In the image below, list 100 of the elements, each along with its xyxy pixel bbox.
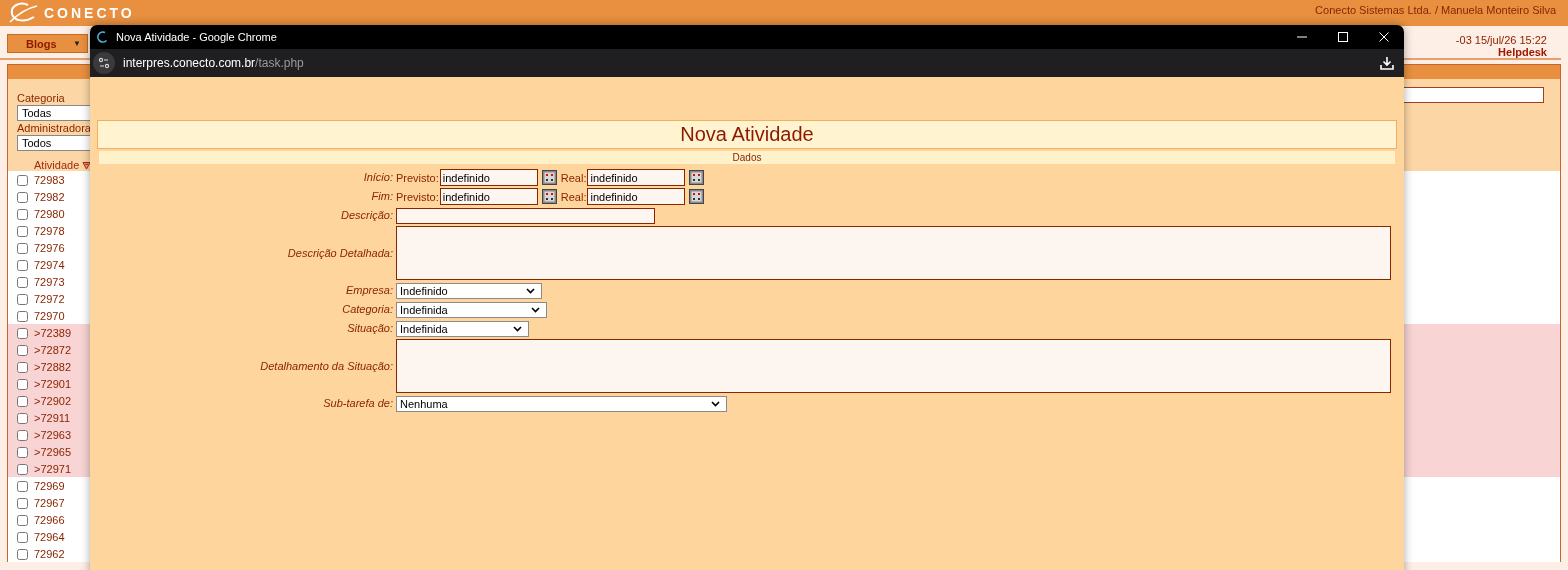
- activity-id[interactable]: 72973: [34, 275, 65, 288]
- text-area[interactable]: [396, 339, 1391, 393]
- activity-id[interactable]: 72972: [34, 292, 65, 305]
- activity-id[interactable]: 72982: [34, 190, 65, 203]
- row-checkbox[interactable]: [17, 243, 28, 254]
- activity-id[interactable]: 72970: [34, 309, 65, 322]
- select-field[interactable]: Indefinida: [396, 301, 547, 318]
- row-checkbox[interactable]: [17, 294, 28, 305]
- row-checkbox[interactable]: [17, 413, 28, 424]
- field-label: Categoria:: [341, 302, 393, 317]
- field-label: Descrição:: [340, 208, 393, 223]
- select-field[interactable]: Indefinido: [396, 282, 542, 299]
- activity-id[interactable]: >72965: [34, 445, 71, 458]
- row-checkbox[interactable]: [17, 226, 28, 237]
- date-field[interactable]: indefinido: [439, 169, 538, 186]
- calendar-icon[interactable]: [689, 189, 705, 204]
- activity-id[interactable]: >72971: [34, 462, 71, 475]
- filter-label: Administradora: [17, 121, 92, 135]
- url-text[interactable]: interpres.conecto.com.br/task.php: [123, 56, 304, 70]
- row-checkbox[interactable]: [17, 277, 28, 288]
- page-heading: Nova Atividade: [97, 120, 1397, 149]
- date-field[interactable]: indefinido: [587, 169, 686, 186]
- list-cell[interactable]: >72963: [8, 426, 90, 443]
- row-checkbox[interactable]: [17, 192, 28, 203]
- list-cell[interactable]: >72882: [8, 358, 90, 375]
- row-checkbox[interactable]: [17, 175, 28, 186]
- activity-id[interactable]: >72963: [34, 428, 71, 441]
- row-checkbox[interactable]: [17, 532, 28, 543]
- row-checkbox[interactable]: [17, 447, 28, 458]
- section-bar: Dados: [99, 151, 1395, 164]
- row-checkbox[interactable]: [17, 515, 28, 526]
- maximize-icon[interactable]: [1337, 31, 1349, 43]
- activity-id[interactable]: 72983: [34, 173, 65, 186]
- activity-id[interactable]: 72964: [34, 530, 65, 543]
- user-name: Conecto Sistemas Ltda. / Manuela Monteiro Silva: [1315, 3, 1556, 16]
- activity-id[interactable]: 72978: [34, 224, 65, 237]
- list-cell[interactable]: >72971: [8, 460, 90, 477]
- close-icon[interactable]: [1378, 31, 1390, 43]
- text-area[interactable]: [396, 226, 1391, 280]
- field-label: Situação:: [346, 321, 393, 336]
- description-field[interactable]: [396, 207, 655, 224]
- row-checkbox[interactable]: [17, 379, 28, 390]
- select-field[interactable]: Nenhuma: [396, 395, 727, 412]
- column-header[interactable]: Atividade: [34, 159, 80, 171]
- field-label: Empresa:: [344, 283, 393, 298]
- row-checkbox[interactable]: [17, 345, 28, 356]
- activity-id[interactable]: 72976: [34, 241, 65, 254]
- field-label: Real:: [560, 190, 587, 203]
- list-cell[interactable]: >72389: [8, 324, 90, 341]
- list-cell[interactable]: >72911: [8, 409, 90, 426]
- sort-icon[interactable]: [82, 160, 92, 170]
- row-checkbox[interactable]: [17, 328, 28, 339]
- activity-id[interactable]: 72974: [34, 258, 65, 271]
- field-label: Início:: [362, 170, 393, 185]
- select-field[interactable]: Indefinida: [396, 320, 529, 337]
- loading-icon: [96, 31, 108, 43]
- list-cell[interactable]: >72872: [8, 341, 90, 358]
- calendar-icon[interactable]: [541, 189, 557, 204]
- activity-id[interactable]: >72882: [34, 360, 71, 373]
- menu-button[interactable]: Blogs ▼: [7, 34, 88, 53]
- row-checkbox[interactable]: [17, 209, 28, 220]
- field-label: Previsto:: [396, 190, 439, 203]
- row-checkbox[interactable]: [17, 464, 28, 475]
- window-title: Nova Atividade - Google Chrome: [116, 31, 277, 43]
- list-cell[interactable]: >72965: [8, 443, 90, 460]
- row-checkbox[interactable]: [17, 481, 28, 492]
- activity-id[interactable]: >72902: [34, 394, 71, 407]
- activity-id[interactable]: >72872: [34, 343, 71, 356]
- field-label: Previsto:: [396, 171, 439, 184]
- row-checkbox[interactable]: [17, 498, 28, 509]
- chevron-icon: [526, 287, 535, 294]
- site-settings-icon[interactable]: [93, 52, 115, 74]
- chevron-icon: [513, 325, 522, 332]
- list-cell[interactable]: >72902: [8, 392, 90, 409]
- date-time: -03 15/jul/26 15:22: [1455, 34, 1547, 46]
- section-title: Helpdesk: [1498, 46, 1547, 58]
- row-checkbox[interactable]: [17, 260, 28, 271]
- activity-id[interactable]: 72980: [34, 207, 65, 220]
- field-label: Detalhamento da Situação:: [259, 358, 393, 374]
- field-label: Fim:: [370, 189, 393, 204]
- list-cell[interactable]: >72901: [8, 375, 90, 392]
- download-icon[interactable]: [1380, 56, 1394, 70]
- calendar-icon[interactable]: [541, 170, 557, 185]
- activity-id[interactable]: 72967: [34, 496, 65, 509]
- activity-id[interactable]: 72966: [34, 513, 65, 526]
- activity-id[interactable]: 72969: [34, 479, 65, 492]
- activity-id[interactable]: >72901: [34, 377, 71, 390]
- row-checkbox[interactable]: [17, 311, 28, 322]
- row-checkbox[interactable]: [17, 362, 28, 373]
- field-label: Real:: [560, 171, 587, 184]
- activity-id[interactable]: >72389: [34, 326, 71, 339]
- activity-id[interactable]: >72911: [34, 411, 71, 424]
- row-checkbox[interactable]: [17, 396, 28, 407]
- date-field[interactable]: indefinido: [439, 188, 538, 205]
- row-checkbox[interactable]: [17, 430, 28, 441]
- activity-id[interactable]: 72962: [34, 547, 65, 560]
- date-field[interactable]: indefinido: [587, 188, 686, 205]
- calendar-icon[interactable]: [689, 170, 705, 185]
- row-checkbox[interactable]: [17, 549, 28, 560]
- logo-text: CONECTO: [44, 5, 135, 21]
